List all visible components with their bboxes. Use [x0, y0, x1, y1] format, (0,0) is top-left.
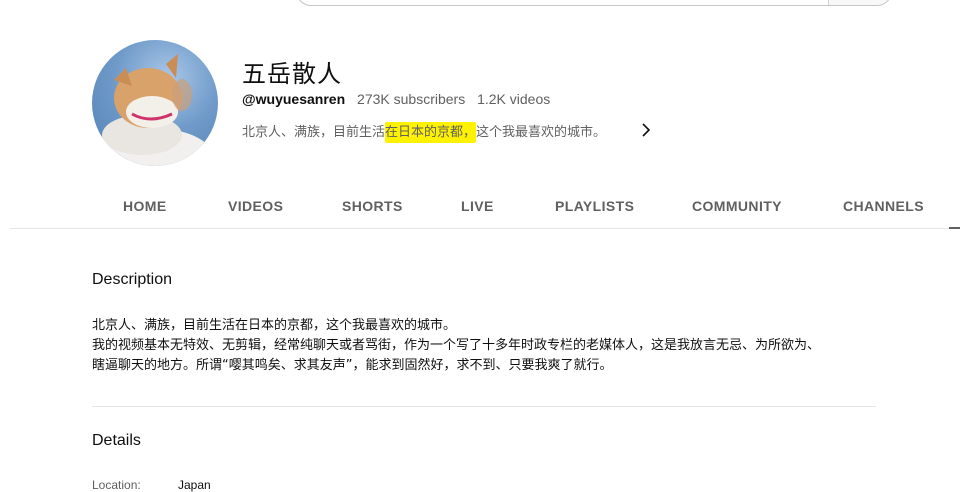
- description-text: 北京人、满族，目前生活在日本的京都，这个我最喜欢的城市。 我的视频基本无特效、无…: [92, 316, 882, 376]
- tab-playlists[interactable]: PLAYLISTS: [555, 186, 634, 226]
- tagline-highlight: 在日本的京都，: [385, 122, 477, 143]
- location-value: Japan: [178, 478, 211, 492]
- details-heading: Details: [92, 432, 141, 449]
- tab-home[interactable]: HOME: [123, 186, 167, 226]
- channel-meta: @wuyuesanren 273K subscribers 1.2K video…: [242, 91, 550, 107]
- tab-scroll-indicator: [949, 227, 960, 229]
- tab-channels[interactable]: CHANNELS: [843, 186, 924, 226]
- description-line: 北京人、满族，目前生活在日本的京都，这个我最喜欢的城市。: [92, 318, 457, 333]
- channel-tabs: HOME VIDEOS SHORTS LIVE PLAYLISTS COMMUN…: [0, 186, 960, 228]
- channel-avatar[interactable]: [92, 40, 218, 166]
- channel-handle: @wuyuesanren: [242, 91, 346, 107]
- tab-live[interactable]: LIVE: [461, 186, 494, 226]
- tab-divider: [10, 228, 960, 229]
- tab-videos[interactable]: VIDEOS: [228, 186, 283, 226]
- tab-community[interactable]: COMMUNITY: [692, 186, 782, 226]
- search-button[interactable]: [828, 0, 891, 5]
- channel-name: 五岳散人: [242, 60, 342, 88]
- description-heading: Description: [92, 271, 173, 288]
- description-line: 瞎逼聊天的地方。所谓“嘤其鸣矣、求其友声”，能求到固然好，求不到、只要我爽了就行…: [92, 358, 613, 373]
- location-label: Location:: [92, 478, 141, 492]
- tagline-text-end: 这个我最喜欢的城市。: [476, 125, 607, 140]
- search-bar[interactable]: [296, 0, 892, 6]
- chevron-right-icon[interactable]: [637, 121, 655, 139]
- section-divider: [92, 406, 876, 407]
- location-row: Location: Japan: [92, 478, 211, 492]
- description-line: 我的视频基本无特效、无剪辑，经常纯聊天或者骂街，作为一个写了十多年时政专栏的老媒…: [92, 338, 821, 353]
- tagline-text-start: 北京人、满族，目前生活: [242, 125, 386, 140]
- channel-tagline[interactable]: 北京人、满族，目前生活在日本的京都，这个我最喜欢的城市。: [242, 121, 607, 143]
- tab-shorts[interactable]: SHORTS: [342, 186, 403, 226]
- subscriber-count: 273K subscribers: [357, 91, 466, 107]
- video-count: 1.2K videos: [477, 91, 551, 107]
